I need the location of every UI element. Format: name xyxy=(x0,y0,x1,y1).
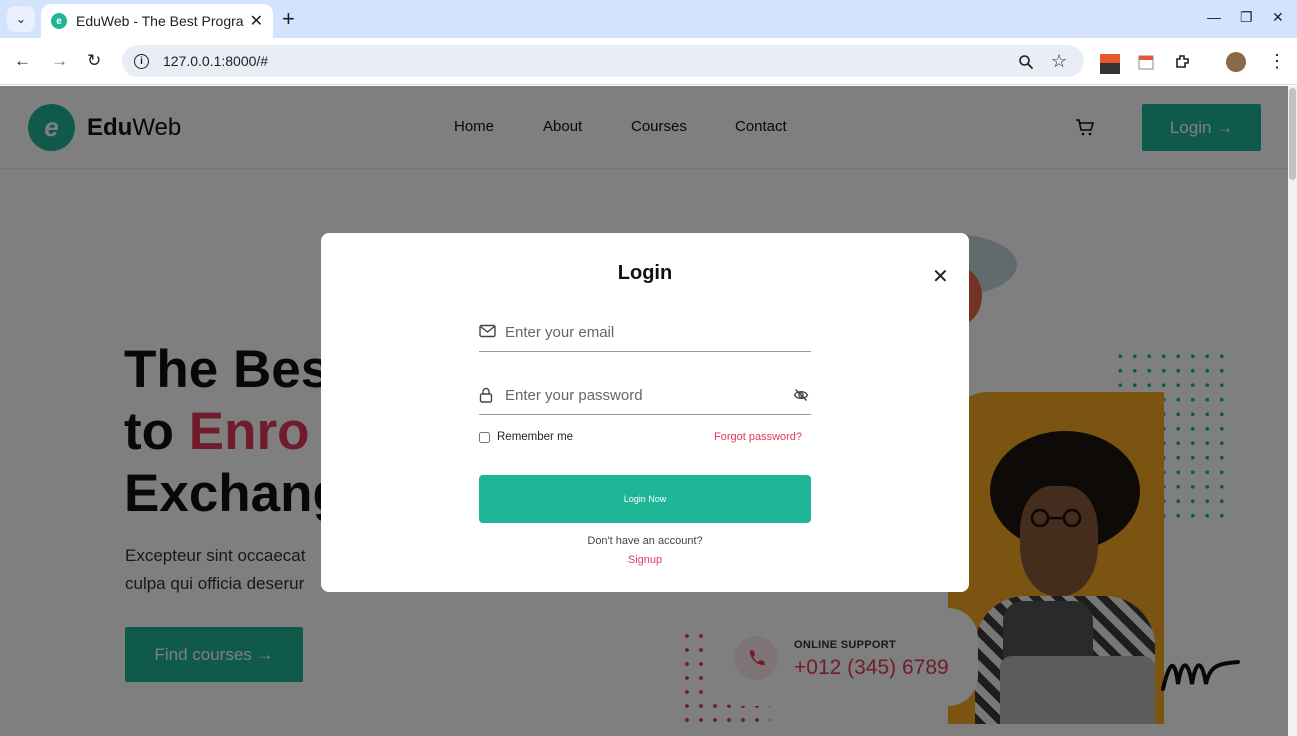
lock-icon xyxy=(479,387,493,403)
back-icon[interactable]: ← xyxy=(14,51,31,71)
page-scrollbar[interactable] xyxy=(1288,86,1297,736)
password-input[interactable] xyxy=(505,383,785,407)
password-field xyxy=(479,377,811,415)
bookmark-star-icon[interactable]: ☆ xyxy=(1051,51,1067,72)
extension-off-icon[interactable] xyxy=(1099,53,1121,75)
calendar-extension-icon[interactable] xyxy=(1138,54,1154,70)
profile-avatar[interactable] xyxy=(1226,52,1246,72)
extensions-icon[interactable] xyxy=(1174,53,1192,71)
login-now-button[interactable]: Login Now xyxy=(479,475,811,523)
restore-icon[interactable]: ❐ xyxy=(1240,9,1253,26)
browser-tabbar: ⌄ e EduWeb - The Best Programs ✕ + — ❐ ✕ xyxy=(0,0,1297,38)
signup-link[interactable]: Signup xyxy=(321,554,969,566)
tab-dropdown-icon[interactable]: ⌄ xyxy=(7,6,35,32)
close-icon[interactable]: ✕ xyxy=(932,267,949,287)
login-modal: Login ✕ Remember me Forgot password? Log… xyxy=(321,233,969,592)
remember-me[interactable]: Remember me xyxy=(479,431,573,443)
forgot-password-link[interactable]: Forgot password? xyxy=(714,431,802,443)
email-field xyxy=(479,314,811,352)
browser-toolbar: ← → ↻ i 127.0.0.1:8000/# ☆ ⋮ xyxy=(0,38,1297,85)
eye-off-icon[interactable] xyxy=(793,387,809,403)
url-text[interactable]: 127.0.0.1:8000/# xyxy=(163,53,268,69)
address-bar[interactable]: i 127.0.0.1:8000/# xyxy=(122,45,1084,77)
reload-icon[interactable]: ↻ xyxy=(87,51,101,71)
window-close-icon[interactable]: ✕ xyxy=(1272,9,1284,26)
zoom-icon[interactable] xyxy=(1018,54,1034,70)
minimize-icon[interactable]: — xyxy=(1207,9,1221,25)
scrollbar-thumb[interactable] xyxy=(1289,88,1296,180)
favicon-icon: e xyxy=(51,13,67,29)
remember-label: Remember me xyxy=(497,431,574,443)
tab-title: EduWeb - The Best Programs xyxy=(76,13,244,29)
email-input[interactable] xyxy=(505,320,785,344)
modal-title: Login xyxy=(617,262,673,284)
new-tab-button[interactable]: + xyxy=(282,8,295,30)
no-account-text: Don't have an account? xyxy=(587,535,703,547)
tab-close-icon[interactable]: ✕ xyxy=(250,11,263,31)
menu-icon[interactable]: ⋮ xyxy=(1268,51,1286,72)
site-info-icon[interactable]: i xyxy=(134,53,149,69)
browser-tab[interactable]: e EduWeb - The Best Programs ✕ xyxy=(41,4,273,38)
mail-icon xyxy=(479,324,496,338)
remember-checkbox[interactable] xyxy=(479,431,490,443)
forward-icon[interactable]: → xyxy=(51,51,68,71)
